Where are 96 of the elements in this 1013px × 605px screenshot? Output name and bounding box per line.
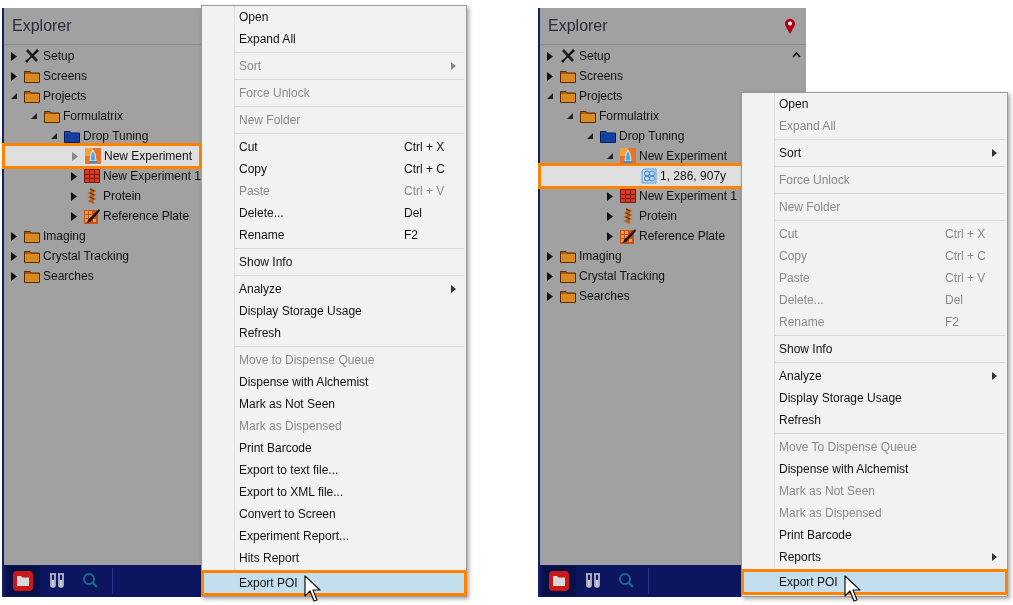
expanded-arrow-icon xyxy=(566,112,574,120)
menu-item[interactable]: Export to XML file... xyxy=(202,481,466,503)
menu-item[interactable]: Mark as Not Seen xyxy=(202,393,466,415)
map-pin-icon xyxy=(784,17,796,35)
folder-icon xyxy=(24,68,40,84)
submenu-arrow-icon xyxy=(992,149,997,157)
tab-button[interactable] xyxy=(6,566,40,596)
panel-title: Explorer xyxy=(548,17,608,35)
tree-item[interactable]: New Experiment 1 xyxy=(4,166,202,186)
folder-icon xyxy=(560,68,576,84)
grid-plate-icon xyxy=(84,168,100,184)
menu-item[interactable]: Refresh xyxy=(202,322,466,344)
menu-item[interactable]: Cut Ctrl + X xyxy=(202,136,466,158)
menu-item[interactable]: Reports xyxy=(742,546,1007,568)
folder-icon xyxy=(12,570,34,592)
menu-item[interactable]: Show Info xyxy=(202,251,466,273)
shortcut-text: Ctrl + V xyxy=(404,184,446,198)
menu-item[interactable]: Analyze xyxy=(742,365,1007,387)
folder-icon xyxy=(560,288,576,304)
panel-title: Explorer xyxy=(12,17,72,35)
menu-item[interactable]: Expand All xyxy=(202,28,466,50)
tree-item[interactable]: Projects xyxy=(4,86,202,106)
menu-item[interactable]: Dispense with Alchemist xyxy=(202,371,466,393)
tree-item[interactable]: Screens xyxy=(4,66,202,86)
submenu-arrow-icon xyxy=(992,372,997,380)
menu-item[interactable]: Dispense with Alchemist xyxy=(742,458,1007,480)
menu-item[interactable]: Refresh xyxy=(742,409,1007,431)
menu-item[interactable]: Display Storage Usage xyxy=(742,387,1007,409)
folder-icon xyxy=(600,128,616,144)
menu-item[interactable]: Hits Report xyxy=(202,547,466,569)
tree-item[interactable]: Imaging xyxy=(4,226,202,246)
folder-icon xyxy=(24,248,40,264)
shortcut-text: Ctrl + X xyxy=(945,227,987,241)
menu-item[interactable]: Open xyxy=(202,6,466,28)
menu-item[interactable]: Experiment Report... xyxy=(202,525,466,547)
shortcut-text: F2 xyxy=(945,315,960,329)
tree-item[interactable]: Reference Plate xyxy=(4,206,202,226)
menu-item[interactable]: Print Barcode xyxy=(202,437,466,459)
folder-icon xyxy=(64,128,80,144)
tree-item[interactable]: Protein xyxy=(4,186,202,206)
folder-icon xyxy=(24,228,40,244)
folder-icon xyxy=(580,108,596,124)
shortcut-text: Del xyxy=(404,206,423,220)
folder-icon xyxy=(560,268,576,284)
expanded-arrow-icon xyxy=(50,132,58,140)
menu-item[interactable]: Print Barcode xyxy=(742,524,1007,546)
tree-item[interactable]: Crystal Tracking xyxy=(4,246,202,266)
menu-item[interactable]: Show Info xyxy=(742,338,1007,360)
folder-icon xyxy=(560,88,576,104)
crystal-icon xyxy=(85,148,101,164)
folder-icon xyxy=(24,268,40,284)
shortcut-text: Ctrl + V xyxy=(945,271,987,285)
menu-item[interactable]: Display Storage Usage xyxy=(202,300,466,322)
tree-item[interactable]: New Experiment xyxy=(2,143,202,169)
folder-icon xyxy=(548,570,570,592)
tree-item[interactable]: Screens xyxy=(540,66,786,86)
expanded-arrow-icon xyxy=(10,92,18,100)
menu-item[interactable]: Analyze xyxy=(202,278,466,300)
shortcut-text: Del xyxy=(945,293,964,307)
menu-item[interactable]: Convert to Screen xyxy=(202,503,466,525)
expanded-arrow-icon xyxy=(546,92,554,100)
tree-item[interactable]: Drop Tuning xyxy=(4,126,202,146)
shortcut-text: Ctrl + C xyxy=(945,249,987,263)
tools-icon xyxy=(24,48,40,64)
menu-item[interactable]: Copy Ctrl + C xyxy=(202,158,466,180)
shortcut-text: Ctrl + C xyxy=(404,162,446,176)
menu-item[interactable]: Rename F2 xyxy=(202,224,466,246)
tools-icon xyxy=(560,48,576,64)
menu-item[interactable]: Export to text file... xyxy=(202,459,466,481)
folder-icon xyxy=(24,88,40,104)
tab-button[interactable] xyxy=(542,566,576,596)
shortcut-text: F2 xyxy=(404,228,419,242)
grid-plate-icon xyxy=(620,188,636,204)
plate-pencil-icon xyxy=(620,228,636,244)
well-plate-icon xyxy=(641,168,657,184)
crystal-icon xyxy=(620,148,636,164)
folder-icon xyxy=(560,248,576,264)
submenu-arrow-icon xyxy=(992,553,997,561)
scroll-up-icon xyxy=(791,52,801,58)
menu-item[interactable]: Open xyxy=(742,93,1007,115)
tree-item[interactable]: Setup xyxy=(4,46,202,66)
tree-item[interactable]: Searches xyxy=(4,266,202,286)
menu-item[interactable]: Export POI xyxy=(741,569,1008,595)
menu-item[interactable]: Delete... Del xyxy=(202,202,466,224)
expanded-arrow-icon xyxy=(586,132,594,140)
tree-item[interactable]: Formulatrix xyxy=(4,106,202,126)
expanded-arrow-icon xyxy=(606,152,614,160)
expanded-arrow-icon xyxy=(30,112,38,120)
submenu-arrow-icon xyxy=(451,285,456,293)
shortcut-text: Ctrl + X xyxy=(404,140,446,154)
folder-icon xyxy=(44,108,60,124)
menu-item[interactable]: Export POI xyxy=(201,570,467,596)
plate-pencil-icon xyxy=(84,208,100,224)
menu-item[interactable]: Sort xyxy=(742,142,1007,164)
tree-item[interactable]: Setup xyxy=(540,46,786,66)
submenu-arrow-icon xyxy=(451,62,456,70)
